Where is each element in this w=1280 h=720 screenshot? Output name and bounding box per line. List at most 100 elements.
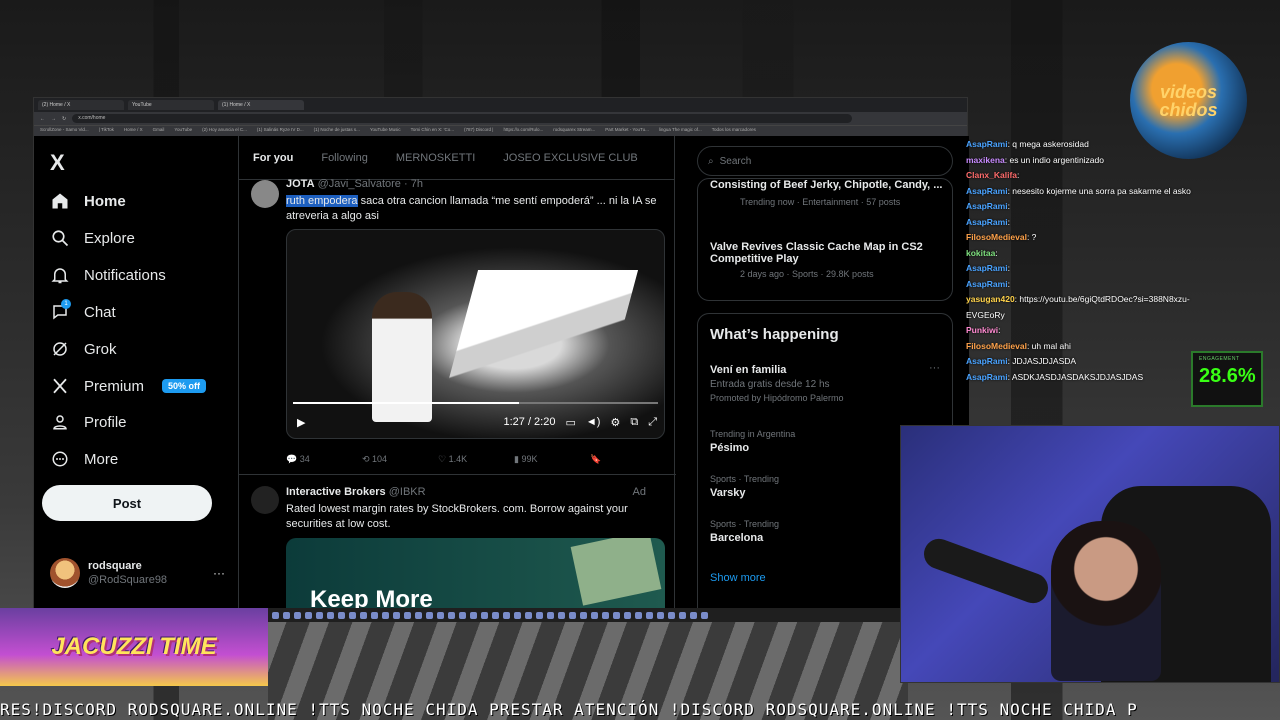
taskbar-app-icon[interactable]	[393, 611, 400, 619]
captions-icon[interactable]: ▭	[565, 416, 575, 429]
bookmark[interactable]: Part Market - YouTu...	[605, 127, 649, 135]
video-player[interactable]: ▶ 1:27 / 2:20 ▭ ◄) ⚙ ⧉ ⤢	[286, 229, 665, 439]
trend-item[interactable]: Valve Revives Classic Cache Map in CS2 C…	[710, 241, 946, 279]
ad-image[interactable]: Keep More	[286, 538, 665, 610]
play-icon[interactable]: ▶	[297, 416, 305, 429]
taskbar-app-icon[interactable]	[338, 611, 345, 619]
bookmark[interactable]: lingua The magic of...	[659, 127, 702, 135]
tab-mernosketti[interactable]: MERNOSKETTI	[382, 152, 489, 164]
taskbar-app-icon[interactable]	[558, 611, 565, 619]
bookmark[interactable]: (1) Noche de justas s...	[314, 127, 360, 135]
browser-tab[interactable]: (2) Home / X	[38, 100, 124, 110]
popout-icon[interactable]: ⧉	[630, 416, 638, 429]
nav-item-notifications[interactable]: Notifications	[50, 260, 166, 290]
reload-icon[interactable]: ↻	[62, 116, 66, 122]
browser-tab-active[interactable]: (1) Home / X	[218, 100, 304, 110]
more-options-icon[interactable]: ···	[929, 362, 940, 374]
bookmark[interactable]: | TikTok	[99, 127, 114, 135]
fullscreen-icon[interactable]: ⤢	[648, 416, 657, 429]
forward-icon[interactable]: →	[51, 116, 56, 122]
search-input[interactable]: ⌕ Search	[697, 146, 953, 176]
tweet-author-name[interactable]: Interactive Brokers	[286, 486, 386, 498]
taskbar-app-icon[interactable]	[316, 611, 323, 619]
bookmark[interactable]: YouTube	[174, 127, 192, 135]
taskbar-app-icon[interactable]	[580, 611, 587, 619]
taskbar-app-icon[interactable]	[602, 611, 609, 619]
bookmark[interactable]: Home / X	[124, 127, 143, 135]
bookmark[interactable]: Gmail	[153, 127, 165, 135]
taskbar-app-icon[interactable]	[624, 611, 631, 619]
tweet-time[interactable]: 7h	[411, 178, 423, 190]
tweet-author-handle[interactable]: @IBKR	[389, 486, 426, 498]
taskbar-app-icon[interactable]	[437, 611, 444, 619]
taskbar-app-icon[interactable]	[635, 611, 642, 619]
reply-button[interactable]: 💬 34	[286, 454, 362, 465]
taskbar-app-icon[interactable]	[646, 611, 653, 619]
taskbar-app-icon[interactable]	[404, 611, 411, 619]
taskbar-app-icon[interactable]	[536, 611, 543, 619]
taskbar-app-icon[interactable]	[525, 611, 532, 619]
show-more-link[interactable]: Show more	[710, 572, 766, 584]
tab-joseo-exclusive-club[interactable]: JOSEO EXCLUSIVE CLUB	[489, 152, 652, 164]
tab-for-you[interactable]: For you	[239, 152, 307, 164]
taskbar-app-icon[interactable]	[305, 611, 312, 619]
bookmark[interactable]: Todos los marcadores	[712, 127, 756, 135]
repost-button[interactable]: ⟲ 104	[362, 454, 438, 465]
tweet-author-handle[interactable]: @Javi_Salvatore	[318, 178, 401, 190]
trend-item[interactable]: Consisting of Beef Jerky, Chipotle, Cand…	[710, 179, 946, 207]
bookmark[interactable]: https://x.com/Rulo...	[503, 127, 543, 135]
url-field[interactable]: x.com/home	[72, 114, 853, 123]
account-switcher[interactable]: rodsquare @RodSquare98 ···	[50, 556, 225, 590]
bookmark[interactable]: (787) Discord |	[464, 127, 493, 135]
nav-item-home[interactable]: Home	[50, 186, 126, 216]
taskbar-app-icon[interactable]	[569, 611, 576, 619]
nav-item-profile[interactable]: Profile	[50, 407, 127, 437]
bookmark-icon[interactable]: 🔖	[590, 454, 666, 465]
taskbar-app-icon[interactable]	[371, 611, 378, 619]
back-icon[interactable]: ←	[40, 116, 45, 122]
nav-item-more[interactable]: More	[50, 444, 118, 474]
taskbar-app-icon[interactable]	[349, 611, 356, 619]
like-button[interactable]: ♡ 1.4K	[438, 454, 514, 465]
taskbar-app-icon[interactable]	[360, 611, 367, 619]
post-button[interactable]: Post	[42, 485, 212, 521]
taskbar-app-icon[interactable]	[459, 611, 466, 619]
taskbar-app-icon[interactable]	[415, 611, 422, 619]
settings-gear-icon[interactable]: ⚙	[610, 416, 620, 429]
tweet-avatar[interactable]	[251, 180, 279, 208]
ibkr-logo-icon[interactable]	[251, 486, 279, 514]
bookmark[interactable]: Tomi Chin en X: 'Co...	[411, 127, 454, 135]
tab-following[interactable]: Following	[307, 152, 381, 164]
taskbar-app-icon[interactable]	[492, 611, 499, 619]
browser-tab[interactable]: YouTube	[128, 100, 214, 110]
taskbar-app-icon[interactable]	[547, 611, 554, 619]
taskbar-app-icon[interactable]	[272, 611, 279, 619]
taskbar-app-icon[interactable]	[481, 611, 488, 619]
bookmark[interactable]: ScrollZone - Samo Vid...	[40, 127, 89, 135]
nav-item-explore[interactable]: Explore	[50, 223, 135, 253]
tweet-author-name[interactable]: JOTA	[286, 178, 315, 190]
nav-item-premium[interactable]: Premium 50% off	[50, 371, 207, 401]
taskbar-app-icon[interactable]	[294, 611, 301, 619]
bookmark[interactable]: (1) Salinás Ryze IV D...	[257, 127, 304, 135]
taskbar-app-icon[interactable]	[327, 611, 334, 619]
taskbar-app-icon[interactable]	[679, 611, 686, 619]
more-options-icon[interactable]: ···	[213, 566, 225, 580]
taskbar-app-icon[interactable]	[613, 611, 620, 619]
nav-item-grok[interactable]: Grok	[50, 334, 117, 364]
taskbar-app-icon[interactable]	[448, 611, 455, 619]
views-button[interactable]: ▮ 99K	[514, 454, 590, 465]
bookmark[interactable]: YouTube Music	[370, 127, 401, 135]
tweet-ad[interactable]: Interactive Brokers @IBKR Ad Rated lowes…	[239, 476, 676, 610]
taskbar-app-icon[interactable]	[701, 611, 708, 619]
bookmark[interactable]: rodsquarex Stream...	[553, 127, 595, 135]
taskbar-app-icon[interactable]	[591, 611, 598, 619]
promoted-trend[interactable]: Vení en familia Entrada gratis desde 12 …	[710, 364, 946, 403]
taskbar-app-icon[interactable]	[426, 611, 433, 619]
taskbar-app-icon[interactable]	[514, 611, 521, 619]
nav-item-chat[interactable]: 1 Chat	[50, 297, 116, 327]
taskbar-app-icon[interactable]	[503, 611, 510, 619]
taskbar-app-icon[interactable]	[690, 611, 697, 619]
video-progress-bar[interactable]	[293, 402, 658, 404]
tweet[interactable]: JOTA @Javi_Salvatore · 7h ruth empodera …	[239, 178, 676, 475]
